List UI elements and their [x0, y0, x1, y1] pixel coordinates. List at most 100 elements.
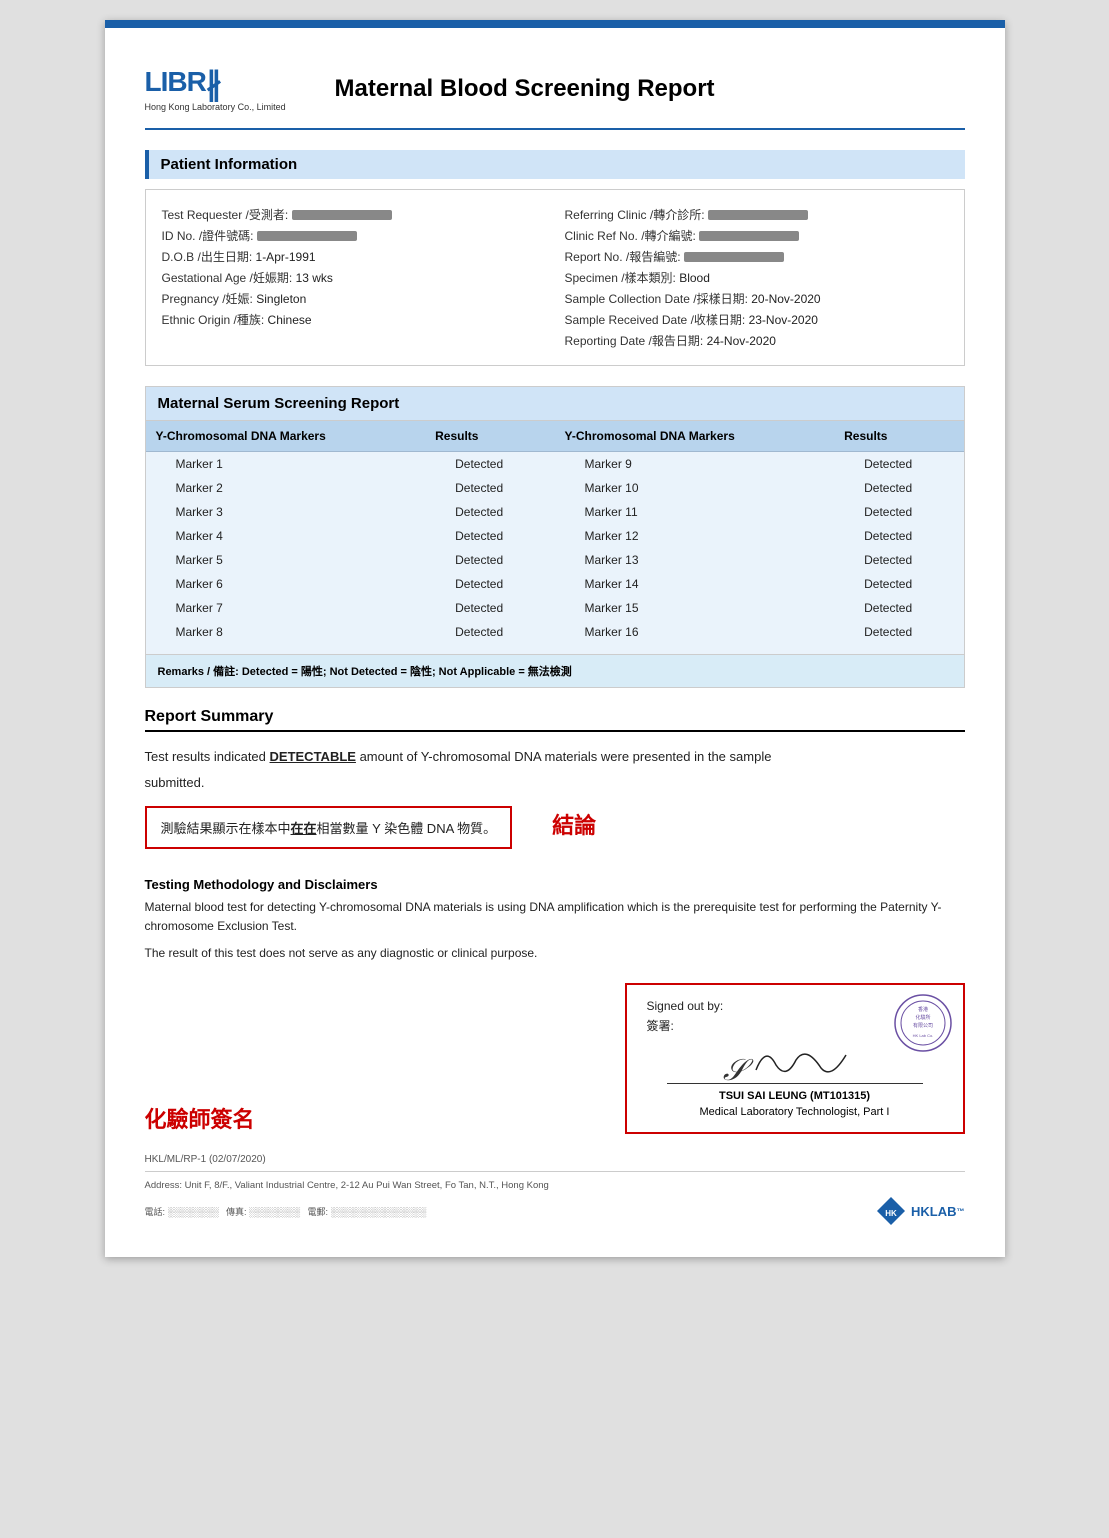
methodology-text1: Maternal blood test for detecting Y-chro…	[145, 898, 965, 936]
right-marker-result: Detected	[834, 572, 963, 596]
spacer-row	[146, 644, 964, 654]
table-row: Marker 3 Detected Marker 11 Detected	[146, 500, 964, 524]
svg-text:香港: 香港	[917, 1006, 927, 1013]
patient-row-clinicref: Clinic Ref No. /轉介編號:	[565, 225, 948, 246]
right-marker-name: Marker 11	[554, 500, 834, 524]
right-marker-name: Marker 16	[554, 620, 834, 644]
footer-bottom: 電話: ░░░░░░░░ 傳真: ░░░░░░░░ 電郵: ░░░░░░░░░░…	[145, 1195, 965, 1227]
hklab-text: HKLAB	[911, 1204, 957, 1219]
patient-grid: Test Requester /受測者: ID No. /證件號碼: D.O.B…	[162, 204, 948, 351]
col3-header: Y-Chromosomal DNA Markers	[554, 421, 834, 452]
methodology-text2: The result of this test does not serve a…	[145, 944, 965, 963]
signature-section: 化驗師簽名 香港 化驗所 有限公司 HK Lab Co. Signed out …	[145, 983, 965, 1134]
left-marker-result: Detected	[425, 524, 554, 548]
table-row: Marker 5 Detected Marker 13 Detected	[146, 548, 964, 572]
table-row: Marker 2 Detected Marker 10 Detected	[146, 476, 964, 500]
table-row: Marker 8 Detected Marker 16 Detected	[146, 620, 964, 644]
left-marker-name: Marker 8	[146, 620, 426, 644]
table-row: Marker 7 Detected Marker 15 Detected	[146, 596, 964, 620]
patient-info-box: Test Requester /受測者: ID No. /證件號碼: D.O.B…	[145, 189, 965, 366]
right-marker-result: Detected	[834, 596, 963, 620]
left-marker-result: Detected	[425, 451, 554, 476]
patient-row-preg: Pregnancy /妊娠: Singleton	[162, 288, 545, 309]
patient-row-reporting: Reporting Date /報告日期: 24-Nov-2020	[565, 330, 948, 351]
table-row: Marker 6 Detected Marker 14 Detected	[146, 572, 964, 596]
right-marker-name: Marker 13	[554, 548, 834, 572]
footer-phones: 電話: ░░░░░░░░ 傳真: ░░░░░░░░ 電郵: ░░░░░░░░░░…	[145, 1205, 427, 1218]
table-row: Marker 4 Detected Marker 12 Detected	[146, 524, 964, 548]
table-row: Marker 1 Detected Marker 9 Detected	[146, 451, 964, 476]
patient-row-collection: Sample Collection Date /採樣日期: 20-Nov-202…	[565, 288, 948, 309]
signature-svg	[746, 1040, 866, 1080]
address-line: Address: Unit F, 8/F., Valiant Industria…	[145, 1180, 965, 1191]
hklab-logo: HK HKLAB ™	[875, 1195, 965, 1227]
left-marker-result: Detected	[425, 596, 554, 620]
right-marker-name: Marker 12	[554, 524, 834, 548]
report-title: Maternal Blood Screening Report	[335, 75, 715, 103]
right-marker-result: Detected	[834, 476, 963, 500]
signer-title: Medical Laboratory Technologist, Part I	[647, 1106, 943, 1118]
patient-right-col: Referring Clinic /轉介診所: Clinic Ref No. /…	[565, 204, 948, 351]
methodology-header: Testing Methodology and Disclaimers	[145, 877, 965, 892]
signature-image: 𝒮​	[667, 1040, 923, 1084]
chemist-label: 化驗師簽名	[145, 1102, 255, 1134]
left-marker-result: Detected	[425, 500, 554, 524]
patient-info-header: Patient Information	[145, 150, 965, 179]
conclusion-row: 測驗結果顯示在樣本中在在相當數量 Y 染色體 DNA 物質。 結論	[145, 798, 965, 857]
patient-row-received: Sample Received Date /收樣日期: 23-Nov-2020	[565, 309, 948, 330]
patient-row-specimen: Specimen /樣本類別: Blood	[565, 267, 948, 288]
conclusion-label: 結論	[552, 808, 596, 840]
signature-box: 香港 化驗所 有限公司 HK Lab Co. Signed out by: 簽署…	[625, 983, 965, 1134]
report-summary: Report Summary Test results indicated DE…	[145, 708, 965, 857]
svg-text:化驗所: 化驗所	[915, 1014, 930, 1021]
left-marker-name: Marker 1	[146, 451, 426, 476]
logo-text: LIBR∦	[145, 66, 305, 100]
right-marker-name: Marker 14	[554, 572, 834, 596]
patient-row-clinic: Referring Clinic /轉介診所:	[565, 204, 948, 225]
logo-subtitle: Hong Kong Laboratory Co., Limited	[145, 102, 305, 112]
stamp-icon: 香港 化驗所 有限公司 HK Lab Co.	[893, 993, 953, 1053]
right-marker-name: Marker 15	[554, 596, 834, 620]
conclusion-cn-text: 測驗結果顯示在樣本中在在相當數量 Y 染色體 DNA 物質。	[161, 818, 497, 837]
signed-out-en: Signed out by:	[647, 999, 724, 1013]
top-bar	[105, 20, 1005, 28]
right-marker-name: Marker 9	[554, 451, 834, 476]
summary-submitted: submitted.	[145, 772, 965, 794]
right-marker-result: Detected	[834, 548, 963, 572]
patient-row-dob: D.O.B /出生日期: 1-Apr-1991	[162, 246, 545, 267]
patient-left-col: Test Requester /受測者: ID No. /證件號碼: D.O.B…	[162, 204, 545, 351]
remarks: Remarks / 備註: Detected = 陽性; Not Detecte…	[146, 654, 964, 687]
conclusion-box: 測驗結果顯示在樣本中在在相當數量 Y 染色體 DNA 物質。	[145, 806, 513, 849]
svg-text:有限公司: 有限公司	[912, 1022, 932, 1029]
left-marker-name: Marker 7	[146, 596, 426, 620]
summary-text1: Test results indicated DETECTABLE amount…	[145, 746, 965, 768]
logo-area: LIBR∦ Hong Kong Laboratory Co., Limited	[145, 66, 305, 112]
patient-row-ethnic: Ethnic Origin /種族: Chinese	[162, 309, 545, 330]
col1-header: Y-Chromosomal DNA Markers	[146, 421, 426, 452]
patient-row-reportno: Report No. /報告編號:	[565, 246, 948, 267]
serum-section: Maternal Serum Screening Report Y-Chromo…	[145, 386, 965, 688]
right-marker-name: Marker 10	[554, 476, 834, 500]
right-marker-result: Detected	[834, 500, 963, 524]
patient-row-gest: Gestational Age /妊娠期: 13 wks	[162, 267, 545, 288]
summary-header: Report Summary	[145, 708, 965, 732]
footer-ref: HKL/ML/RP-1 (02/07/2020)	[145, 1154, 965, 1165]
patient-row-id: ID No. /證件號碼:	[162, 225, 545, 246]
left-marker-name: Marker 4	[146, 524, 426, 548]
right-marker-result: Detected	[834, 524, 963, 548]
left-marker-result: Detected	[425, 476, 554, 500]
header: LIBR∦ Hong Kong Laboratory Co., Limited …	[145, 66, 965, 130]
left-marker-name: Marker 3	[146, 500, 426, 524]
detectable-word: DETECTABLE	[270, 749, 356, 764]
left-marker-name: Marker 2	[146, 476, 426, 500]
col2-header: Results	[425, 421, 554, 452]
footer-address: Address: Unit F, 8/F., Valiant Industria…	[145, 1171, 965, 1227]
left-marker-name: Marker 5	[146, 548, 426, 572]
methodology-section: Testing Methodology and Disclaimers Mate…	[145, 877, 965, 964]
left-marker-result: Detected	[425, 620, 554, 644]
svg-text:HK: HK	[885, 1209, 897, 1218]
serum-table: Y-Chromosomal DNA Markers Results Y-Chro…	[146, 421, 964, 654]
serum-header: Maternal Serum Screening Report	[146, 387, 964, 421]
right-marker-result: Detected	[834, 620, 963, 644]
patient-row-requester: Test Requester /受測者:	[162, 204, 545, 225]
